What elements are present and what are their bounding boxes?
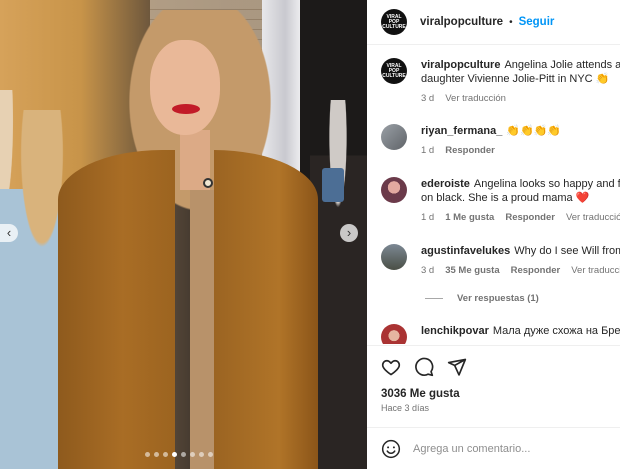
- avatar[interactable]: [381, 244, 407, 270]
- translate-button[interactable]: Ver traducción: [571, 264, 620, 278]
- avatar[interactable]: VIRAL POP CULTURE: [381, 9, 407, 35]
- likes-count[interactable]: 3036 Me gusta: [381, 388, 620, 400]
- carousel-dots: [145, 452, 213, 457]
- follow-button[interactable]: Seguir: [519, 16, 555, 28]
- comment-text: 👏👏👏👏: [506, 125, 562, 137]
- comment-username[interactable]: lenchikpovar: [421, 325, 489, 337]
- post-username[interactable]: viralpopculture: [420, 16, 503, 28]
- avatar-text-line1: VIRAL POP: [386, 62, 402, 74]
- caption-text-line2: daughter Vivienne Jolie-Pitt in NYC 👏: [421, 73, 610, 85]
- reply-button[interactable]: Responder: [511, 264, 561, 278]
- comment-likes[interactable]: 35 Me gusta: [445, 264, 499, 278]
- avatar[interactable]: VIRAL POP CULTURE: [381, 58, 407, 84]
- comment-icon[interactable]: [414, 357, 434, 377]
- comment-text-line2: on black. She is a proud mama ❤️: [421, 192, 590, 204]
- carousel-dot: [181, 452, 186, 457]
- carousel-dot: [190, 452, 195, 457]
- avatar[interactable]: [381, 324, 407, 344]
- view-replies-label: Ver respuestas (1): [457, 293, 539, 304]
- comment-username[interactable]: ederoiste: [421, 178, 470, 190]
- carousel-dot: [154, 452, 159, 457]
- carousel-prev-button[interactable]: ‹: [0, 224, 18, 242]
- translate-button[interactable]: Ver traducción: [445, 92, 506, 106]
- paper-plane-icon[interactable]: [447, 357, 467, 377]
- avatar[interactable]: [381, 177, 407, 203]
- comment-time[interactable]: 3 d: [421, 264, 434, 278]
- post-date: Hace 3 días: [381, 403, 430, 413]
- view-replies-button[interactable]: Ver respuestas (1): [425, 293, 539, 304]
- smiley-icon[interactable]: [381, 439, 401, 459]
- replies-divider: [425, 298, 443, 299]
- bystander-right: [310, 100, 367, 469]
- carousel-dot: [163, 452, 168, 457]
- post-image[interactable]: ‹ ›: [0, 0, 367, 469]
- subject-cape: [58, 150, 318, 469]
- post-header: VIRAL POP CULTURE viralpopculture • Segui…: [367, 0, 620, 45]
- bystander-phone: [322, 168, 344, 202]
- avatar-text-line2: CULTURE: [382, 23, 406, 30]
- carousel-dot: [199, 452, 204, 457]
- caption-text: Angelina Jolie attends a: [504, 59, 620, 71]
- post-actions: 3036 Me gusta Hace 3 días: [367, 345, 620, 413]
- post-side-panel: VIRAL POP CULTURE viralpopculture • Segui…: [367, 0, 620, 469]
- avatar[interactable]: [381, 124, 407, 150]
- separator-dot: •: [509, 16, 513, 28]
- comment-text: Мала дуже схожа на Бред: [492, 325, 620, 337]
- caption-username[interactable]: viralpopculture: [421, 59, 500, 71]
- avatar-text-line1: VIRAL POP: [386, 13, 402, 25]
- subject-lips: [172, 104, 200, 114]
- comment-text: Angelina looks so happy and fe: [473, 178, 620, 190]
- subject-face: [150, 40, 220, 135]
- comment-time[interactable]: 1 d: [421, 144, 434, 158]
- comment-input[interactable]: [413, 442, 603, 455]
- caption-time[interactable]: 3 d: [421, 92, 434, 106]
- comments-list: VIRAL POP CULTURE viralpopculture Angelina…: [367, 46, 620, 344]
- translate-button[interactable]: Ver traducción: [566, 211, 620, 225]
- carousel-dot: [145, 452, 150, 457]
- carousel-next-button[interactable]: ›: [340, 224, 358, 242]
- reply-button[interactable]: Responder: [445, 144, 495, 158]
- carousel-dot-active: [172, 452, 177, 457]
- reply-button[interactable]: Responder: [505, 211, 555, 225]
- avatar-text-line2: CULTURE: [382, 72, 406, 79]
- add-comment-bar: [367, 427, 620, 469]
- heart-icon[interactable]: [381, 357, 401, 377]
- comment-text: Why do I see Will from: [514, 245, 620, 257]
- comment-username[interactable]: riyan_fermana_: [421, 125, 502, 137]
- carousel-dot: [208, 452, 213, 457]
- comment-likes[interactable]: 1 Me gusta: [445, 211, 494, 225]
- cape-brooch: [203, 178, 213, 188]
- comment-username[interactable]: agustinfavelukes: [421, 245, 510, 257]
- comment-time[interactable]: 1 d: [421, 211, 434, 225]
